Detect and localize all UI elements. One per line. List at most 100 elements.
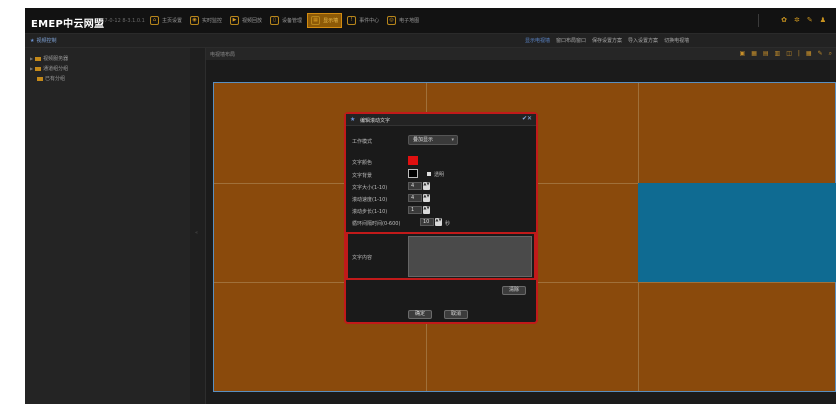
mode-label: 工作模式	[352, 139, 373, 145]
content-textarea[interactable]	[408, 236, 532, 277]
toolbar-item-import[interactable]: 导入设置方案	[628, 37, 658, 44]
dialog-title: 编辑滚动文字	[360, 118, 391, 124]
text-color-swatch[interactable]	[408, 156, 418, 165]
speed-label: 滚动速度(1-10)	[352, 197, 388, 203]
wall-cell-selected[interactable]	[638, 183, 836, 282]
expand-icon[interactable]: ▶	[30, 56, 33, 61]
step-label: 滚动步长(1-10)	[352, 209, 388, 215]
bg-color-label: 文字背景	[352, 173, 373, 179]
chevron-down-icon: ▾	[451, 137, 454, 143]
splitter[interactable]	[190, 48, 206, 404]
interval-input[interactable]: 10	[420, 218, 434, 226]
nav-item-device[interactable]: ▯ 设备管理	[267, 14, 305, 27]
bg-color-swatch[interactable]	[408, 169, 418, 178]
home-icon: ⌂	[150, 16, 159, 25]
tree-item-servers[interactable]: ▶ 视频服务器	[30, 55, 68, 62]
view-icons: ▣ ▦ ▤ ▥ ◫ | ▦ ✎ ⌕	[740, 50, 832, 58]
lock-icon[interactable]: ✎	[807, 16, 813, 24]
interval-unit: 秒	[445, 221, 451, 227]
nav-item-label: 主页设置	[162, 18, 183, 24]
step-input[interactable]: 1	[408, 206, 422, 214]
nav-item-live[interactable]: ◉ 实时监控	[187, 14, 225, 27]
nav-item-label: 实时监控	[202, 18, 223, 24]
zoom-icon[interactable]: ⌕	[829, 50, 832, 58]
sidebar: ▶ 视频服务器 ▶ 通道组分组 已有分组	[25, 48, 190, 404]
nav-item-label: 视频回放	[242, 18, 263, 24]
nav-item-label: 设备管理	[282, 18, 303, 24]
layout-9-icon[interactable]: ▤	[763, 50, 769, 58]
layout-16-icon[interactable]: ▥	[775, 50, 781, 58]
tree-item-existing[interactable]: 已有分组	[37, 75, 65, 82]
edit-icon[interactable]: ✎	[818, 50, 823, 58]
transparent-label: 透明	[434, 172, 445, 178]
nav-item-home[interactable]: ⌂ 主页设置	[147, 14, 185, 27]
top-bar: EMEP中云网盟 TCS7-0-12 8-3.1.0.1 ⌂ 主页设置 ◉ 实时监控…	[25, 8, 836, 34]
grid-icon[interactable]: ▦	[806, 50, 812, 58]
ok-button[interactable]: 确定	[408, 310, 432, 319]
event-icon: !	[347, 16, 357, 25]
scroll-text-dialog: ★ 编辑滚动文字 ✔✕ 工作模式 叠加显示 ▾ 文字颜色 文字背景 透明 文字大小…	[344, 112, 538, 324]
nav-item-map[interactable]: ◎ 电子地图	[384, 14, 422, 27]
app-window: EMEP中云网盟 TCS7-0-12 8-3.1.0.1 ⌂ 主页设置 ◉ 实时监控…	[25, 8, 836, 404]
collapse-icon[interactable]: «	[195, 230, 198, 236]
folder-icon	[35, 56, 42, 61]
nav-item-event[interactable]: ! 事件中心	[344, 14, 382, 27]
toolbar-item-save[interactable]: 保存设置方案	[592, 37, 622, 44]
layout-1-icon[interactable]: ▣	[740, 50, 746, 58]
font-size-stepper[interactable]: ▲▼	[423, 182, 430, 190]
text-color-label: 文字颜色	[352, 160, 373, 166]
folder-icon	[37, 76, 43, 81]
nav-item-wall[interactable]: ▦ 显示墙	[307, 13, 343, 28]
settings-icon[interactable]: ✿	[781, 16, 787, 24]
tree-item-label: 通道组分组	[43, 66, 69, 72]
camera-icon: ◉	[190, 16, 200, 25]
step-stepper[interactable]: ▲▼	[423, 206, 430, 214]
app-logo: EMEP中云网盟	[31, 19, 105, 30]
nav-item-playback[interactable]: ▶ 视频回放	[227, 14, 265, 27]
expand-icon[interactable]: ▶	[30, 66, 33, 71]
mode-value: 叠加显示	[413, 137, 434, 143]
content-label: 文字内容	[352, 255, 373, 261]
star-icon: ★	[350, 116, 356, 123]
main-nav: ⌂ 主页设置 ◉ 实时监控 ▶ 视频回放 ▯ 设备管理 ▦ 显示墙 ! 事件中心 ◎ 电子地图	[147, 13, 424, 28]
fullscreen-icon[interactable]: ◫	[786, 50, 792, 58]
font-size-input[interactable]: 4	[408, 182, 422, 190]
gear-icon[interactable]: ✲	[794, 16, 800, 24]
panel-title-text: 视频控制	[36, 38, 57, 44]
user-icon[interactable]: ♟	[820, 16, 826, 24]
clear-button[interactable]: 清除	[502, 286, 526, 295]
wall-icon: ▦	[311, 16, 321, 25]
mode-select[interactable]: 叠加显示 ▾	[408, 135, 458, 145]
star-icon: ★	[30, 38, 35, 44]
tree-item-label: 已有分组	[45, 76, 66, 82]
cancel-button[interactable]: 取消	[444, 310, 468, 319]
main-header: 电视墙布局 ▣ ▦ ▤ ▥ ◫ | ▦ ✎ ⌕	[206, 48, 836, 60]
play-icon: ▶	[230, 16, 240, 25]
speed-stepper[interactable]: ▲▼	[423, 194, 430, 202]
top-icons: ✿ ✲ ✎ ♟	[781, 16, 826, 24]
nav-item-label: 事件中心	[359, 18, 380, 24]
device-icon: ▯	[270, 16, 280, 25]
toolbar-item-wall[interactable]: 显示电视墙	[525, 37, 550, 44]
dialog-title-bar: ★ 编辑滚动文字 ✔✕	[346, 114, 536, 126]
map-icon: ◎	[387, 16, 397, 25]
toolbar-item-layout[interactable]: 窗口布局窗口	[556, 37, 586, 44]
close-icon[interactable]: ✔✕	[522, 115, 532, 122]
toolbar: 显示电视墙 窗口布局窗口 保存设置方案 导入设置方案 切换电视墙	[525, 37, 689, 44]
nav-item-label: 电子地图	[399, 18, 420, 24]
toolbar-item-switch[interactable]: 切换电视墙	[664, 37, 689, 44]
transparent-checkbox[interactable]	[427, 172, 431, 176]
panel-title: ★ 视频控制	[30, 37, 57, 44]
interval-label: 循环间隔时间(0-600)	[352, 221, 401, 227]
font-size-label: 文字大小(1-10)	[352, 185, 388, 191]
sub-bar: ★ 视频控制 显示电视墙 窗口布局窗口 保存设置方案 导入设置方案 切换电视墙	[25, 34, 836, 48]
interval-stepper[interactable]: ▲▼	[435, 218, 442, 226]
layout-4-icon[interactable]: ▦	[751, 50, 757, 58]
main-header-label: 电视墙布局	[210, 52, 236, 58]
tree-item-label: 视频服务器	[43, 56, 69, 62]
nav-item-label: 显示墙	[323, 18, 339, 24]
folder-icon	[35, 66, 42, 71]
tree-item-groups[interactable]: ▶ 通道组分组	[30, 65, 68, 72]
app-version: TCS7-0-12 8-3.1.0.1	[95, 18, 145, 24]
speed-input[interactable]: 4	[408, 194, 422, 202]
